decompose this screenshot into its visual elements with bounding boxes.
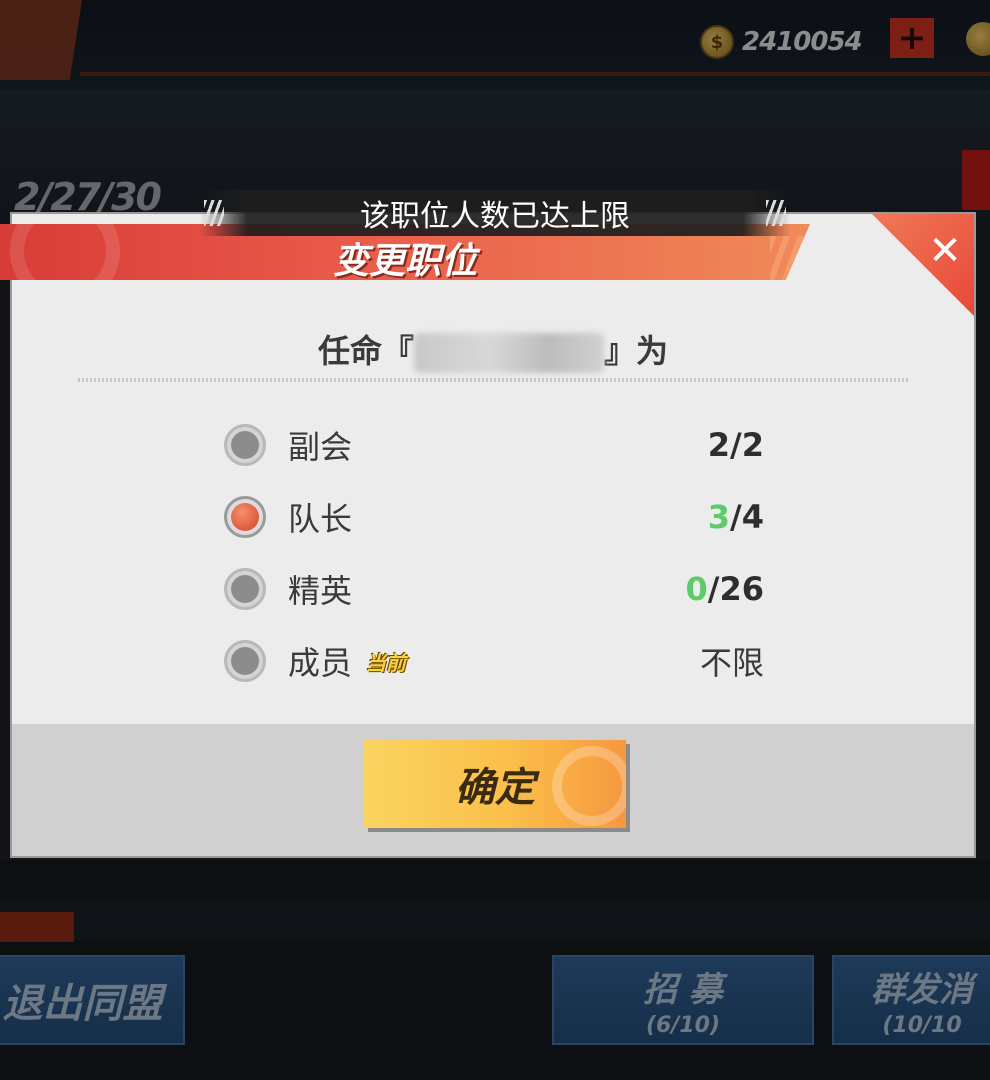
appoint-text: 任命『 』为 — [12, 326, 974, 373]
role-count-current: 0 — [685, 570, 708, 608]
role-option-elite[interactable]: 精英 0/26 — [224, 564, 764, 614]
appoint-suffix: 』为 — [604, 332, 669, 370]
close-button[interactable]: ✕ — [922, 228, 968, 274]
role-count: 0/26 — [686, 570, 764, 608]
divider — [78, 378, 908, 382]
role-count-limit: 不限 — [699, 644, 764, 682]
radio-button[interactable] — [224, 568, 266, 610]
toast-stripes-decoration — [766, 200, 786, 226]
close-icon: ✕ — [928, 228, 962, 274]
radio-dot — [231, 647, 259, 675]
role-name: 队长 — [288, 500, 353, 538]
change-position-dialog: 变更职位 ✕ 任命『 』为 副会 2/2 队长 3/4 精英 0/26 成员 当前… — [0, 214, 974, 856]
gear-decoration-icon — [552, 746, 626, 826]
role-name: 精英 — [288, 572, 353, 610]
current-role-badge: 当前 — [366, 650, 407, 675]
dialog-footer: 确定 — [12, 724, 974, 856]
role-option-vice-leader[interactable]: 副会 2/2 — [224, 420, 764, 470]
radio-button[interactable] — [224, 424, 266, 466]
role-option-member[interactable]: 成员 当前 不限 — [224, 636, 764, 686]
radio-dot — [231, 431, 259, 459]
header-stripes-decoration — [770, 236, 810, 280]
radio-button[interactable] — [224, 640, 266, 682]
role-count-current: 3 — [707, 498, 731, 536]
appoint-prefix: 任命『 — [317, 332, 414, 370]
role-count: 3/4 — [708, 498, 764, 536]
confirm-button[interactable]: 确定 — [364, 740, 626, 828]
confirm-label: 确定 — [455, 765, 535, 811]
role-count-limit: /26 — [707, 570, 764, 608]
role-count-limit: 2/2 — [707, 426, 764, 464]
radio-button-selected[interactable] — [224, 496, 266, 538]
role-count: 不限 — [700, 638, 764, 684]
role-name: 副会 — [288, 428, 353, 466]
radio-dot — [231, 575, 259, 603]
member-name-blurred — [414, 333, 604, 373]
role-option-captain[interactable]: 队长 3/4 — [224, 492, 764, 542]
toast-message: 该职位人数已达上限 — [360, 199, 630, 234]
dialog-title: 变更职位 — [332, 241, 477, 280]
role-count-limit: /4 — [730, 498, 764, 536]
limit-reached-toast: 该职位人数已达上限 — [200, 190, 790, 236]
radio-dot — [231, 503, 259, 531]
role-name: 成员 — [288, 644, 353, 682]
toast-stripes-decoration — [204, 200, 224, 226]
role-count: 2/2 — [708, 426, 764, 464]
